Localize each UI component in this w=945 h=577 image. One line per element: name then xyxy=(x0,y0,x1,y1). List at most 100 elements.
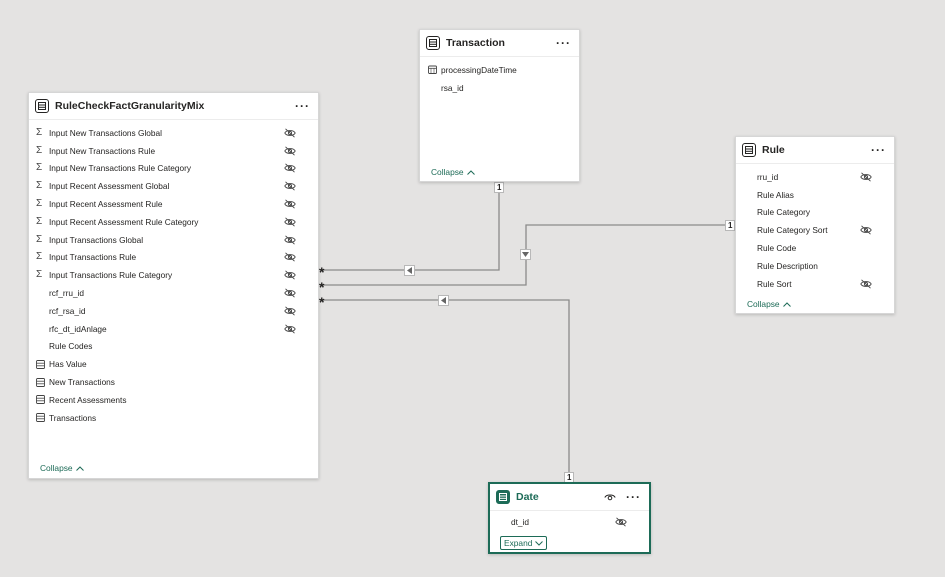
field-row[interactable]: Rule Category xyxy=(736,204,894,222)
hidden-eye-icon[interactable] xyxy=(284,146,296,156)
table-card-transaction[interactable]: Transaction ··· processingDateTime rsa_id… xyxy=(419,29,580,182)
field-label: Recent Assessments xyxy=(49,394,127,405)
field-row[interactable]: Σ Input Recent Assessment Rule xyxy=(29,195,318,213)
table-card-date[interactable]: Date ··· dt_id Expand xyxy=(488,482,651,554)
sigma-icon: Σ xyxy=(36,215,43,227)
hidden-eye-icon[interactable] xyxy=(284,235,296,245)
field-label: Rule Sort xyxy=(757,278,792,289)
field-row[interactable]: rsa_id xyxy=(420,79,579,97)
hidden-eye-icon[interactable] xyxy=(284,128,296,138)
cardinality-many-rule: * xyxy=(319,279,325,295)
relationship-line-date[interactable] xyxy=(320,299,570,482)
field-row[interactable]: Rule Code xyxy=(736,239,894,257)
chevron-up-icon xyxy=(782,299,791,309)
filter-direction-left-icon[interactable] xyxy=(404,265,415,276)
table-card-header[interactable]: Rule ··· xyxy=(736,137,894,164)
field-row[interactable]: Rule Sort xyxy=(736,275,894,293)
measure-table-icon xyxy=(36,359,49,369)
table-title: Rule xyxy=(762,144,785,156)
chevron-down-icon xyxy=(535,538,544,548)
field-row[interactable]: Σ Input Transactions Rule xyxy=(29,249,318,267)
field-row[interactable]: Σ Input New Transactions Rule xyxy=(29,142,318,160)
table-card-header[interactable]: Transaction ··· xyxy=(420,30,579,57)
table-icon xyxy=(496,490,510,504)
field-label: Input Recent Assessment Global xyxy=(49,181,170,192)
field-row[interactable]: rru_id xyxy=(736,168,894,186)
field-row[interactable]: Σ Input New Transactions Global xyxy=(29,124,318,142)
cardinality-one-rule: 1 xyxy=(725,220,736,231)
field-list: processingDateTime rsa_id xyxy=(420,57,579,97)
field-row[interactable]: rfc_dt_idAnlage xyxy=(29,320,318,338)
field-label: Input Transactions Rule Category xyxy=(49,270,173,281)
eye-icon[interactable] xyxy=(604,493,616,502)
hidden-eye-icon[interactable] xyxy=(284,163,296,174)
hidden-eye-icon[interactable] xyxy=(860,225,872,235)
field-row[interactable]: Transactions xyxy=(29,409,318,427)
hidden-eye-icon[interactable] xyxy=(284,306,296,316)
table-card-rule-check[interactable]: RuleCheckFactGranularityMix ··· Σ Input N… xyxy=(28,92,319,479)
field-label: Rule Codes xyxy=(49,341,93,352)
hidden-eye-icon[interactable] xyxy=(284,288,296,298)
collapse-label: Collapse xyxy=(40,463,73,473)
sigma-icon: Σ xyxy=(36,162,43,174)
table-title: Date xyxy=(516,491,539,503)
field-row[interactable]: Rule Codes xyxy=(29,338,318,356)
field-row[interactable]: Σ Input Transactions Global xyxy=(29,231,318,249)
hidden-eye-icon[interactable] xyxy=(284,181,296,191)
sigma-icon: Σ xyxy=(36,269,43,281)
field-label: Input Transactions Rule xyxy=(49,252,137,263)
collapse-button[interactable]: Collapse xyxy=(747,299,791,309)
hidden-eye-icon[interactable] xyxy=(860,172,872,182)
hidden-eye-icon[interactable] xyxy=(284,252,296,262)
field-label: Input New Transactions Global xyxy=(49,127,162,138)
collapse-button[interactable]: Collapse xyxy=(40,463,84,473)
collapse-button[interactable]: Collapse xyxy=(431,167,475,177)
field-row[interactable]: dt_id xyxy=(490,513,649,531)
field-row[interactable]: Σ Input New Transactions Rule Category xyxy=(29,160,318,178)
field-label: rfc_dt_idAnlage xyxy=(49,323,107,334)
table-card-rule[interactable]: Rule ··· rru_id Rule Alias Rule Category Ru… xyxy=(735,136,895,314)
collapse-label: Collapse xyxy=(431,167,464,177)
field-label: Input Recent Assessment Rule Category xyxy=(49,216,199,227)
hidden-eye-icon[interactable] xyxy=(860,279,872,289)
field-row[interactable]: Σ Input Recent Assessment Global xyxy=(29,177,318,195)
field-row[interactable]: Σ Input Transactions Rule Category xyxy=(29,266,318,284)
table-title: Transaction xyxy=(446,37,505,49)
hidden-eye-icon[interactable] xyxy=(284,270,296,280)
field-row[interactable]: Rule Description xyxy=(736,257,894,275)
filter-direction-left-icon[interactable] xyxy=(438,295,449,306)
field-label: New Transactions xyxy=(49,377,115,388)
more-options-icon[interactable]: ··· xyxy=(295,100,310,112)
field-row[interactable]: Rule Category Sort xyxy=(736,221,894,239)
table-card-header[interactable]: RuleCheckFactGranularityMix ··· xyxy=(29,93,318,120)
field-row[interactable]: Has Value xyxy=(29,355,318,373)
filter-direction-down-icon[interactable] xyxy=(520,249,531,260)
field-row[interactable]: processingDateTime xyxy=(420,61,579,79)
field-label: Input Recent Assessment Rule xyxy=(49,199,163,210)
field-row[interactable]: Rule Alias xyxy=(736,186,894,204)
expand-button[interactable]: Expand xyxy=(500,536,548,550)
calendar-icon xyxy=(428,65,441,75)
hidden-eye-icon[interactable] xyxy=(284,217,296,227)
more-options-icon[interactable]: ··· xyxy=(871,144,886,156)
hidden-eye-icon[interactable] xyxy=(284,199,296,209)
field-row[interactable]: rcf_rru_id xyxy=(29,284,318,302)
relationship-line-transaction[interactable] xyxy=(320,182,500,271)
field-row[interactable]: rcf_rsa_id xyxy=(29,302,318,320)
table-icon xyxy=(742,143,756,157)
measure-table-icon xyxy=(36,395,49,405)
field-label: Input New Transactions Rule Category xyxy=(49,163,192,174)
field-row[interactable]: Σ Input Recent Assessment Rule Category xyxy=(29,213,318,231)
sigma-icon: Σ xyxy=(36,251,43,263)
more-options-icon[interactable]: ··· xyxy=(556,37,571,49)
table-card-header[interactable]: Date ··· xyxy=(490,484,649,511)
field-row[interactable]: Recent Assessments xyxy=(29,391,318,409)
hidden-eye-icon[interactable] xyxy=(284,324,296,334)
sigma-icon: Σ xyxy=(36,180,43,192)
field-label: rcf_rsa_id xyxy=(49,305,86,316)
hidden-eye-icon[interactable] xyxy=(615,517,627,527)
more-options-icon[interactable]: ··· xyxy=(626,491,641,503)
field-row[interactable]: New Transactions xyxy=(29,373,318,391)
field-label: Rule Category xyxy=(757,207,811,218)
table-icon xyxy=(426,36,440,50)
